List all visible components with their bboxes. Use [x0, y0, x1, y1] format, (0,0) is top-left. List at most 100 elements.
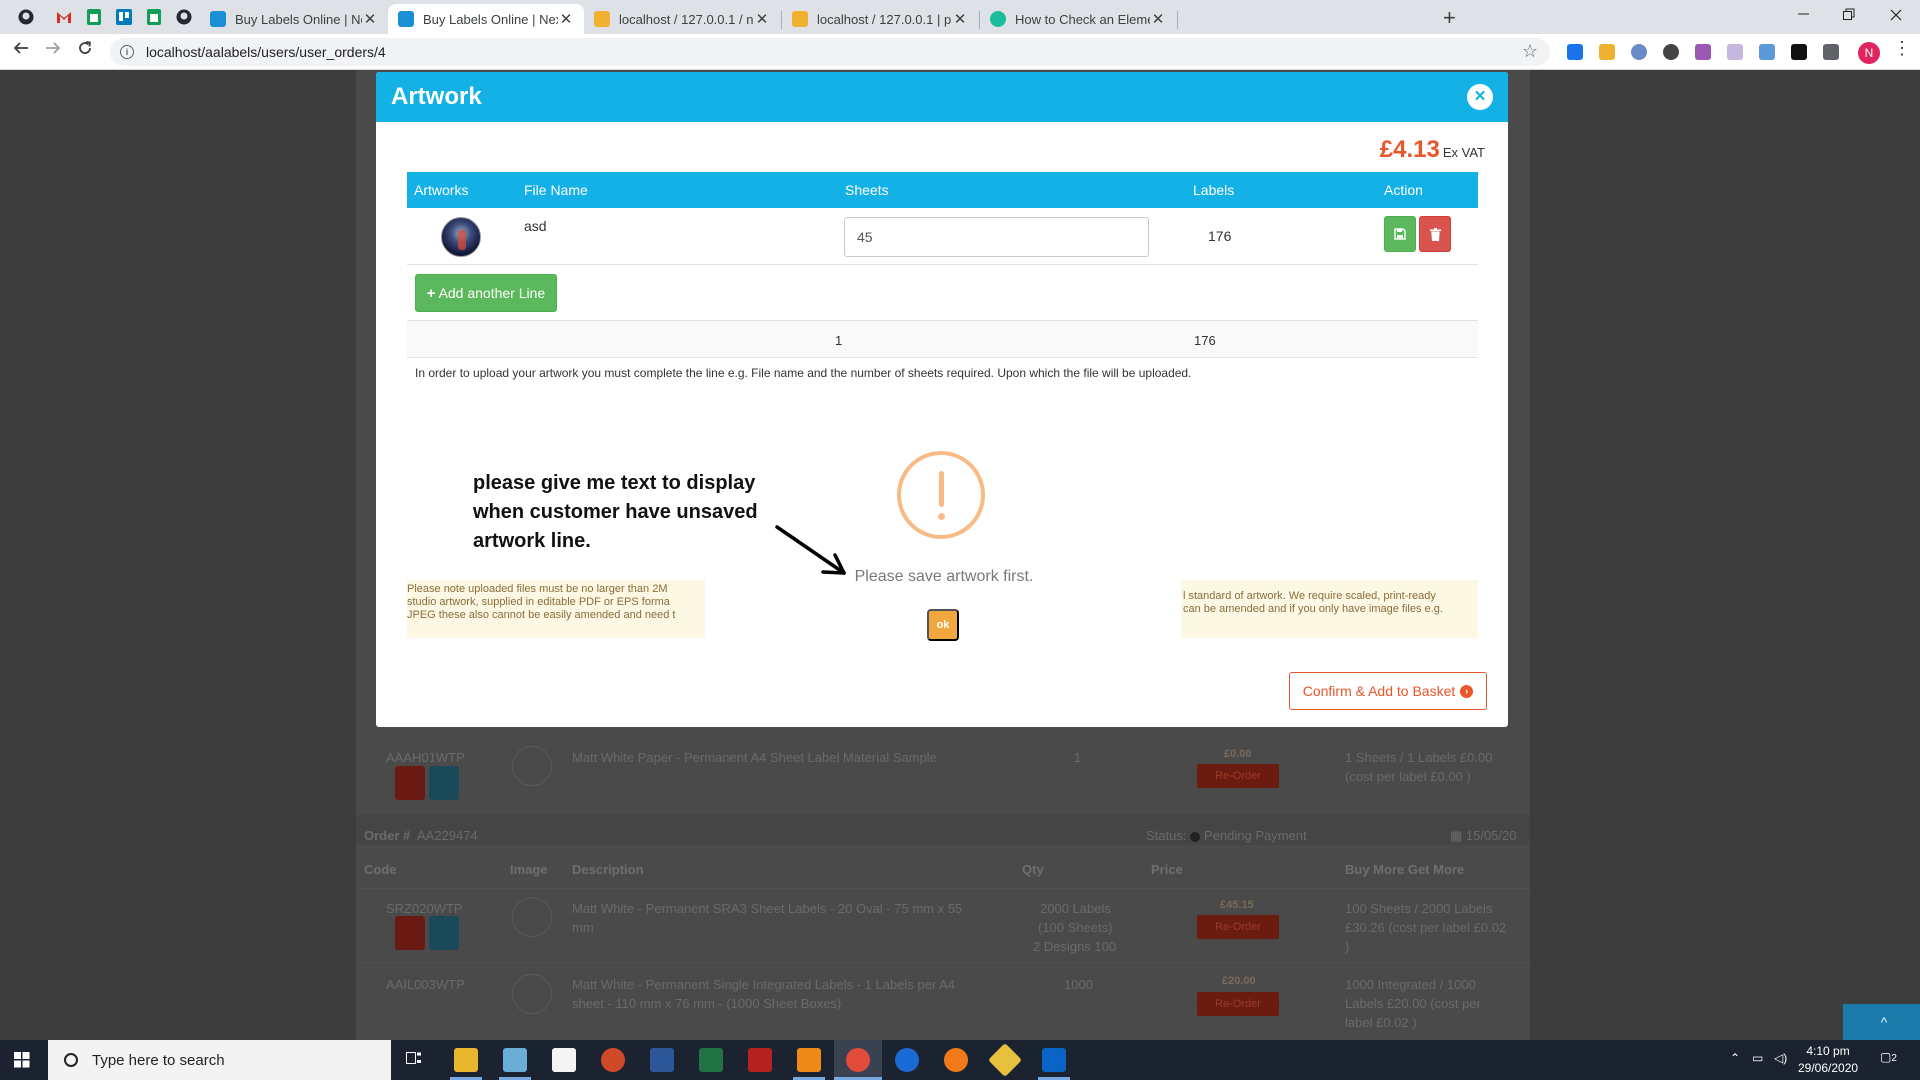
row1-price: £0.00 — [1224, 748, 1252, 760]
screenshot-extension-icon[interactable] — [1759, 44, 1775, 60]
notifications-icon[interactable]: ▢2 — [1880, 1050, 1897, 1064]
row2-more-line: £30.26 (cost per label £0.02 — [1345, 920, 1507, 935]
close-tab-icon[interactable]: ✕ — [1150, 10, 1166, 28]
document-icon[interactable] — [429, 916, 459, 950]
row3-code: AAIL003WTP — [386, 977, 465, 992]
firefox-icon[interactable] — [944, 1048, 968, 1072]
row3-more-line: Labels £20.00 (cost per — [1345, 996, 1481, 1011]
restore-icon[interactable] — [1843, 4, 1855, 29]
product-image — [512, 974, 552, 1014]
chrome-icon[interactable] — [846, 1048, 870, 1072]
tab-buy-labels-2[interactable]: Buy Labels Online | Next Day Deli ✕ — [388, 4, 584, 34]
row2-description: Matt White - Permanent SRA3 Sheet Labels… — [572, 901, 963, 916]
close-tab-icon[interactable]: ✕ — [558, 10, 574, 28]
binary-extension-icon[interactable] — [1791, 44, 1807, 60]
excel-icon[interactable] — [699, 1048, 723, 1072]
outlook-icon[interactable] — [1042, 1048, 1066, 1072]
tab-buy-labels-1[interactable]: Buy Labels Online | Next Day Deli ✕ — [200, 4, 388, 34]
pdf-icon[interactable] — [395, 766, 425, 800]
extension-icon[interactable] — [1567, 44, 1583, 60]
scroll-to-top-button[interactable]: ^ — [1843, 1004, 1920, 1040]
grid-extension-icon[interactable] — [1727, 44, 1743, 60]
document-app-icon[interactable] — [552, 1048, 576, 1072]
row3-more-line: 1000 Integrated / 1000 — [1345, 977, 1476, 992]
row3-qty: 1000 — [1064, 977, 1093, 992]
notepad-icon[interactable] — [503, 1048, 527, 1072]
github-pinned-tab-2[interactable] — [173, 6, 195, 28]
puzzle-extensions-icon[interactable] — [1823, 44, 1839, 60]
windows-taskbar: Type here to search ⌃ ▭ ◁) 4:10 pm 29/06… — [0, 1040, 1920, 1080]
volume-icon[interactable]: ◁) — [1774, 1051, 1787, 1065]
row2-qty: (100 Sheets) — [1038, 920, 1113, 935]
minimize-icon[interactable] — [1798, 4, 1810, 29]
bookmark-star-icon[interactable]: ☆ — [1522, 41, 1538, 62]
tray-chevron-icon[interactable]: ⌃ — [1730, 1051, 1740, 1065]
close-tab-icon[interactable]: ✕ — [754, 10, 770, 28]
taskbar-search[interactable]: Type here to search — [48, 1040, 391, 1080]
status-badge: Pending Payment — [1190, 828, 1307, 843]
gmail-pinned-tab[interactable] — [53, 6, 75, 28]
profile-avatar[interactable]: N — [1858, 42, 1880, 64]
filezilla-icon[interactable] — [748, 1048, 772, 1072]
browser-toolbar: i localhost/aalabels/users/user_orders/4… — [0, 34, 1920, 70]
search-placeholder: Type here to search — [92, 1051, 225, 1069]
row3-description: Matt White - Permanent Single Integrated… — [572, 977, 955, 992]
reorder-button[interactable]: Re-Order — [1197, 915, 1279, 939]
pen-extension-icon[interactable] — [1695, 44, 1711, 60]
taskbar-clock[interactable]: 4:10 pm 29/06/2020 — [1798, 1043, 1858, 1077]
row2-qty: 2000 Labels — [1040, 901, 1111, 916]
pdf-icon[interactable] — [395, 916, 425, 950]
git-kraken-icon[interactable] — [988, 1043, 1022, 1077]
status-label: Status: — [1146, 828, 1187, 843]
windows-start-icon[interactable] — [14, 1052, 30, 1073]
row1-code: AAAH01WTP — [386, 750, 465, 765]
confirm-add-to-basket-button[interactable]: Confirm & Add to Basket › — [1289, 672, 1487, 710]
wappalyzer-extension-icon[interactable] — [1663, 44, 1679, 60]
address-bar[interactable]: i localhost/aalabels/users/user_orders/4… — [110, 38, 1550, 66]
forward-arrow-icon[interactable] — [45, 40, 61, 61]
row1-qty: 1 — [1074, 750, 1082, 765]
row2-code: SRZ020WTP — [386, 901, 463, 916]
order-label: Order # — [364, 828, 411, 843]
reload-icon[interactable] — [77, 40, 93, 61]
reorder-button[interactable]: Re-Order — [1197, 764, 1279, 788]
network-icon[interactable]: ▭ — [1752, 1051, 1763, 1065]
column-header: Image — [510, 862, 548, 877]
reorder-button[interactable]: Re-Order — [1197, 992, 1279, 1016]
back-arrow-icon[interactable] — [13, 40, 29, 61]
row2-more-line: 100 Sheets / 2000 Labels — [1345, 901, 1493, 916]
powerpoint-icon[interactable] — [601, 1048, 625, 1072]
task-view-icon[interactable] — [406, 1052, 422, 1073]
phpmyadmin-extension-icon[interactable] — [1599, 44, 1615, 60]
close-window-icon[interactable] — [1890, 4, 1902, 29]
tab-phpmyadmin-newlabels[interactable]: localhost / 127.0.0.1 / newlabels ✕ — [584, 4, 780, 34]
menu-kebab-icon[interactable]: ⋮ — [1893, 38, 1911, 59]
tab-check-element-visible[interactable]: How to Check an Element is Visib ✕ — [980, 4, 1176, 34]
sheets-pinned-tab[interactable] — [83, 6, 105, 28]
site-info-icon[interactable]: i — [120, 45, 134, 59]
trello-pinned-tab[interactable] — [113, 6, 135, 28]
sheets-pinned-tab-2[interactable] — [143, 6, 165, 28]
row2-price: £45.15 — [1220, 899, 1254, 911]
new-tab-button[interactable]: + — [1443, 5, 1456, 31]
document-icon[interactable] — [429, 766, 459, 800]
column-header: Code — [364, 862, 397, 877]
row2-qty: 2 Designs 100 — [1033, 939, 1117, 954]
teamviewer-icon[interactable] — [895, 1048, 919, 1072]
close-tab-icon[interactable]: ✕ — [952, 10, 968, 28]
github-pinned-tab[interactable] — [15, 6, 37, 28]
row1-more-line: 1 Sheets / 1 Labels £0.00 — [1345, 750, 1493, 765]
sublime-text-icon[interactable] — [797, 1048, 821, 1072]
row2-more-line: ) — [1345, 939, 1350, 954]
file-explorer-icon[interactable] — [454, 1048, 478, 1072]
confirm-label: Confirm & Add to Basket — [1302, 683, 1456, 699]
product-image — [512, 897, 552, 937]
clock-date: 29/06/2020 — [1798, 1061, 1859, 1075]
close-tab-icon[interactable]: ✕ — [362, 10, 378, 28]
camera-extension-icon[interactable] — [1631, 44, 1647, 60]
phpmyadmin-favicon-icon — [792, 11, 808, 27]
word-icon[interactable] — [650, 1048, 674, 1072]
artwork-modal: Artwork × £4.13 Ex VAT Artworks File Name… — [376, 72, 1508, 727]
column-header: Description — [572, 862, 644, 877]
tab-phpmyadmin[interactable]: localhost / 127.0.0.1 | phpMyAdm ✕ — [782, 4, 978, 34]
